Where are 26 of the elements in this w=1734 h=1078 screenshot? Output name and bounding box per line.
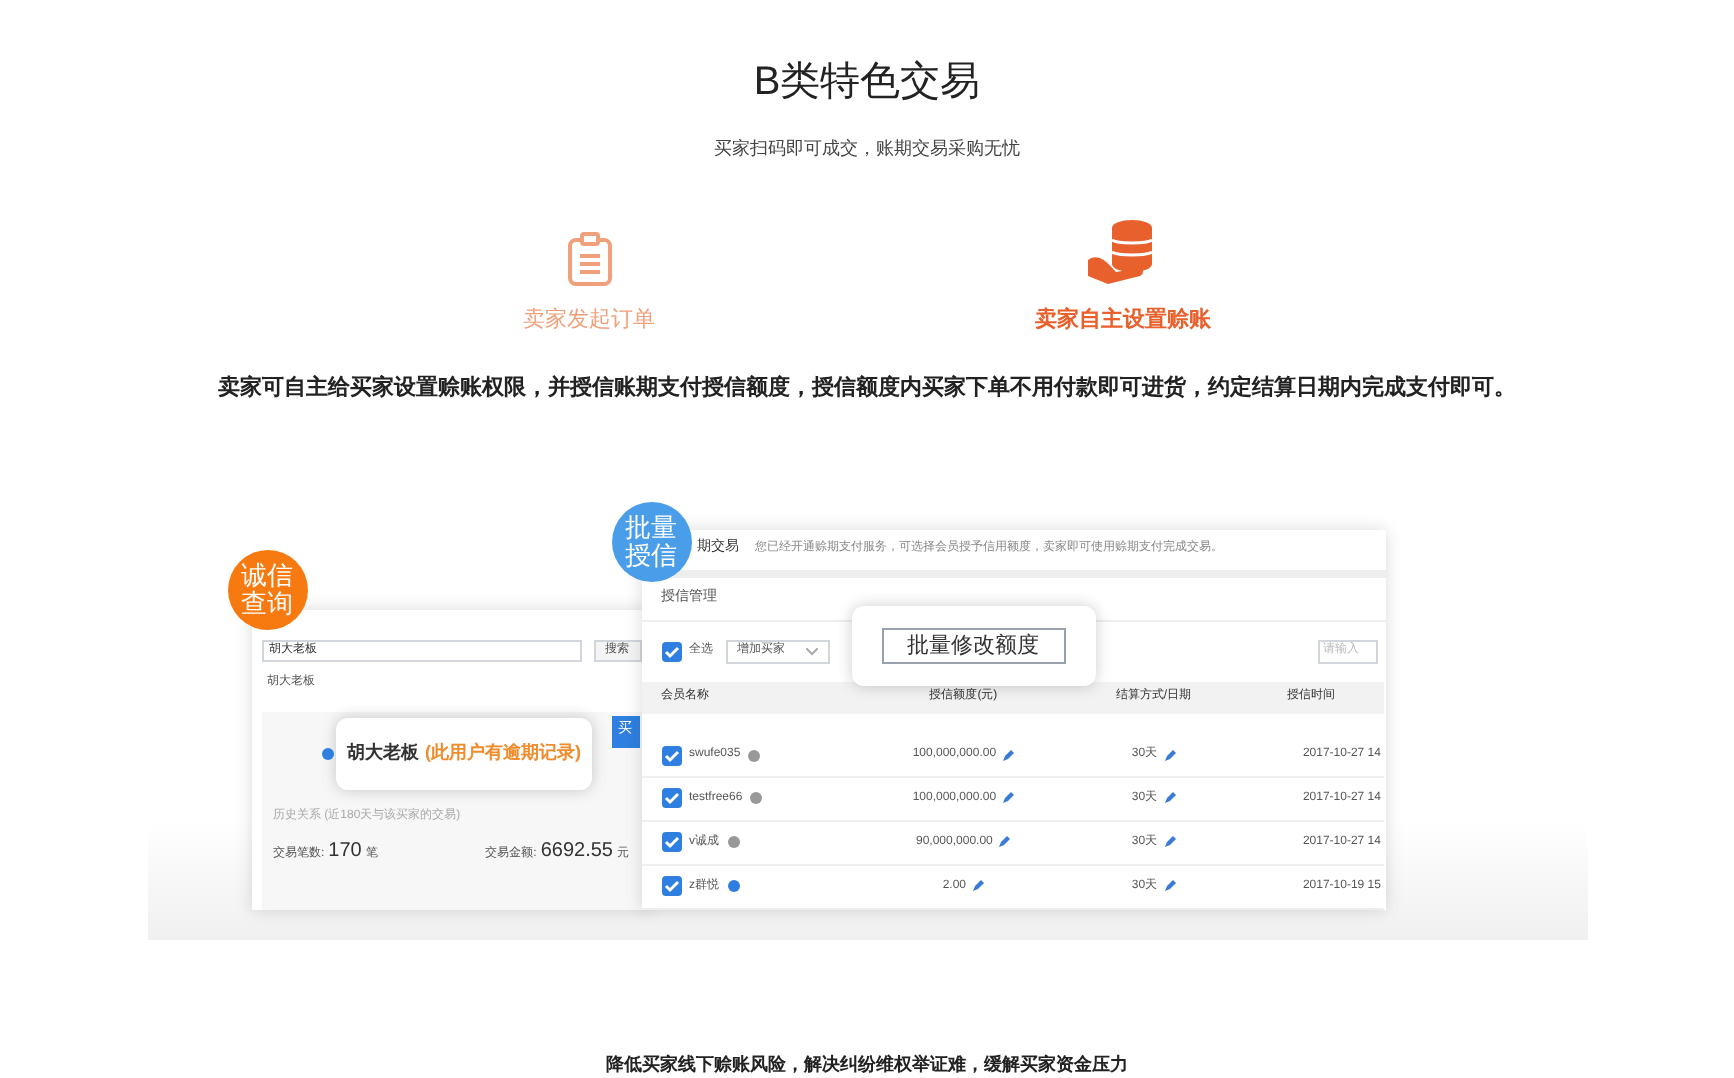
footer-text: 降低买家线下赊账风险，解决纠纷维权举证难，缓解买家资金压力 [606,1051,1128,1077]
user-name: 胡大老板 [347,739,419,766]
pencil-icon[interactable] [1002,749,1015,762]
checkbox[interactable] [661,788,681,809]
description: 卖家可自主给买家设置赊账权限，并授信账期支付授信额度，授信额度内买家下单不用付款即可进货，约定结算日期内完成支付即可。 [218,373,1516,404]
batch-edit-button[interactable]: 批量修改额度 [881,627,1065,663]
pencil-icon[interactable] [1163,836,1176,849]
pencil-icon[interactable] [1163,792,1176,805]
checkbox[interactable] [661,641,681,661]
credit-check-badge: 诚信查询 [227,549,307,629]
amount-value: 6692.55 [540,837,613,865]
overdue-warning: (此用户有逾期记录) [425,739,581,766]
pencil-icon[interactable] [998,836,1011,849]
pencil-icon[interactable] [972,880,985,893]
checkbox[interactable] [661,745,681,766]
clipboard-icon [565,231,613,287]
page-title: B类特色交易 [753,58,981,108]
checkbox[interactable] [661,832,681,853]
pencil-icon[interactable] [1163,749,1176,762]
pencil-icon[interactable] [1002,792,1015,805]
subtitle: 买家扫码即可成交，账期交易采购无忧 [714,136,1020,162]
chevron-down-icon [805,647,817,655]
count-value: 170 [328,837,362,865]
checkbox[interactable] [661,876,681,897]
batch-credit-badge: 批量授信 [611,501,691,581]
pencil-icon[interactable] [1163,880,1176,893]
